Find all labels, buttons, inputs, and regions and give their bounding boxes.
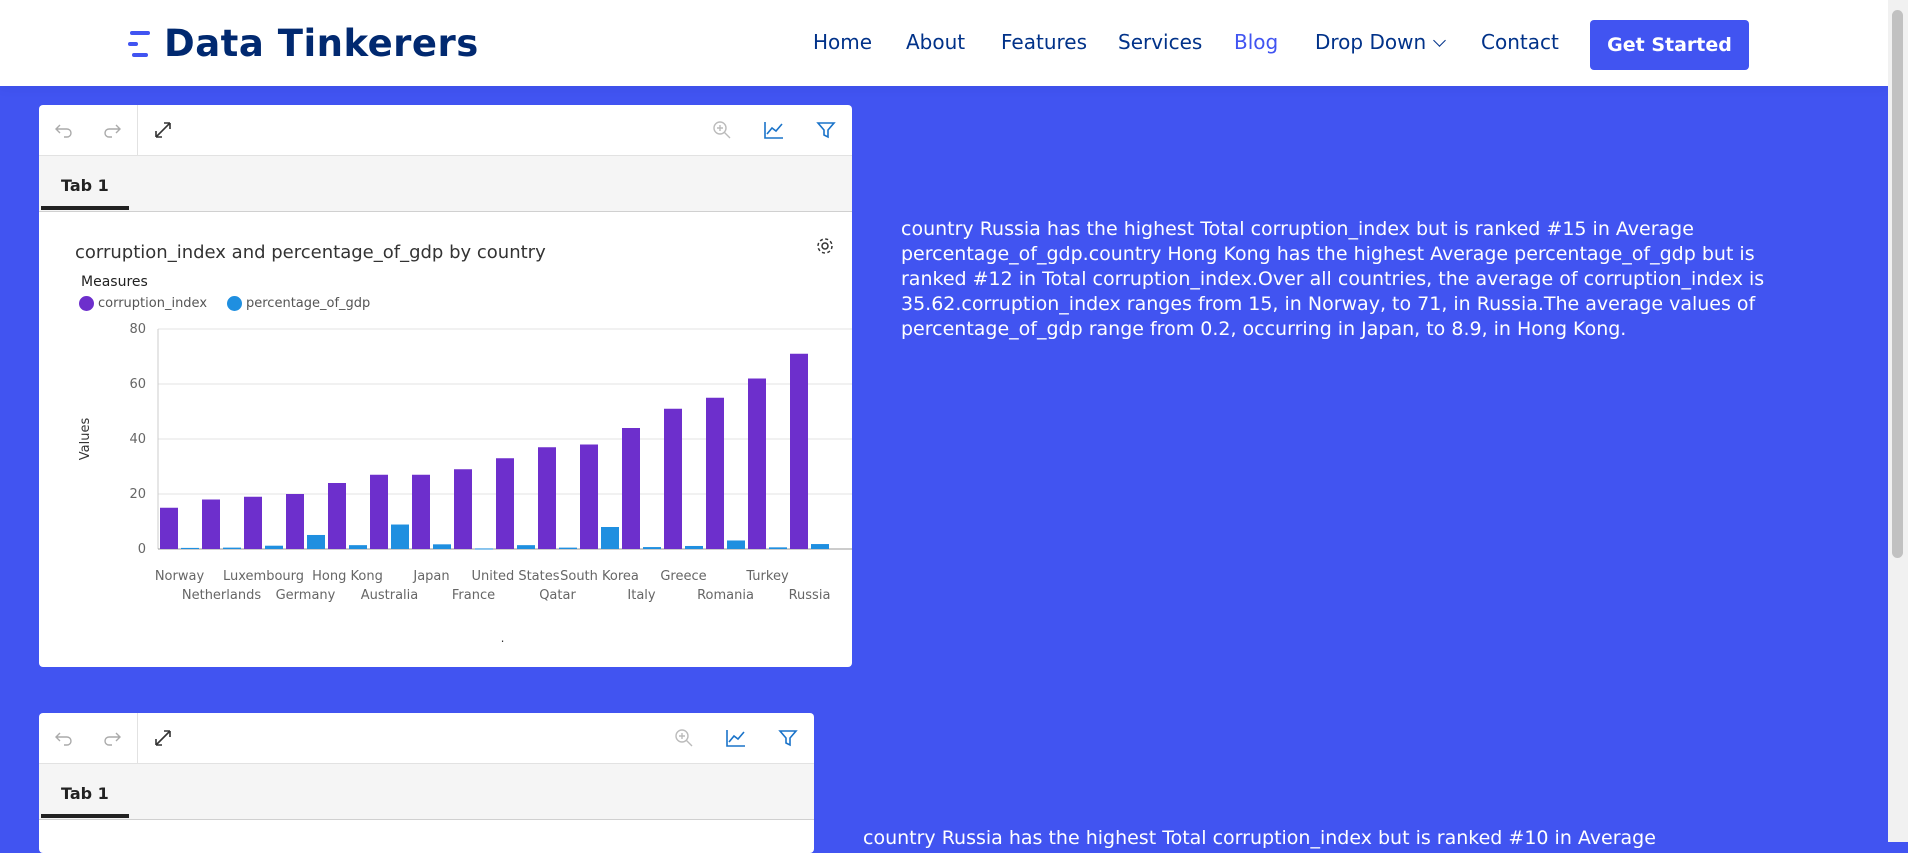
undo-icon[interactable] (51, 725, 77, 751)
filter-icon[interactable] (813, 117, 839, 143)
undo-icon[interactable] (51, 117, 77, 143)
x-tick-label: Hong Kong (312, 569, 383, 584)
x-tick-label: Japan (412, 569, 449, 584)
y-tick-label: 80 (129, 322, 146, 337)
x-tick-label: United States (471, 569, 559, 584)
panel-tabs: Tab 1 (39, 156, 852, 212)
bar-percentage-of-gdp (475, 548, 493, 550)
chevron-down-icon (1433, 34, 1447, 47)
bar-corruption-index (454, 469, 472, 549)
page-scrollbar[interactable] (1888, 0, 1908, 842)
bar-corruption-index (748, 378, 766, 549)
expand-icon[interactable] (150, 117, 176, 143)
y-tick-label: 20 (129, 487, 146, 502)
chart-type-icon[interactable] (761, 117, 787, 143)
bar-corruption-index (370, 474, 388, 549)
expand-icon[interactable] (150, 725, 176, 751)
bar-chart: 0 20 40 60 80 Norway Netherlands Luxembourg Germ… (78, 322, 852, 642)
nav-services[interactable]: Services (1118, 30, 1202, 54)
chart-type-icon[interactable] (723, 725, 749, 751)
bar-percentage-of-gdp (727, 540, 745, 549)
x-tick-label: Germany (276, 588, 336, 603)
bar-corruption-index (664, 408, 682, 549)
x-tick-label: Qatar (539, 588, 576, 603)
bar-percentage-of-gdp (643, 547, 661, 549)
bar-corruption-index (286, 494, 304, 549)
nav-about[interactable]: About (906, 30, 965, 54)
y-tick-label: 60 (129, 377, 146, 392)
x-tick-label: Turkey (745, 569, 789, 584)
nav-dropdown[interactable]: Drop Down (1315, 30, 1447, 54)
site-header: Data Tinkerers Home About Features Servi… (0, 0, 1888, 86)
bar-corruption-index (160, 507, 178, 549)
bar-corruption-index (706, 397, 724, 549)
bar-percentage-of-gdp (223, 547, 241, 549)
x-axis-label: country (469, 639, 519, 642)
panel-toolbar (39, 713, 814, 764)
bar-corruption-index (790, 353, 808, 549)
x-tick-label: Greece (660, 569, 706, 584)
bar-percentage-of-gdp (265, 545, 283, 549)
bar-percentage-of-gdp (559, 547, 577, 549)
y-tick-label: 0 (138, 542, 146, 557)
redo-icon[interactable] (99, 725, 125, 751)
bar-percentage-of-gdp (349, 545, 367, 549)
get-started-button[interactable]: Get Started (1590, 20, 1749, 70)
bar-corruption-index (412, 474, 430, 549)
bar-corruption-index (244, 496, 262, 549)
bar-corruption-index (622, 428, 640, 549)
nav-dropdown-label: Drop Down (1315, 30, 1427, 54)
bar-corruption-index (496, 458, 514, 549)
nav-features[interactable]: Features (1001, 30, 1087, 54)
x-tick-label: Italy (627, 588, 656, 603)
filter-icon[interactable] (775, 725, 801, 751)
bar-percentage-of-gdp (811, 544, 829, 549)
nav-contact[interactable]: Contact (1481, 30, 1559, 54)
y-axis-label: Values (78, 418, 93, 461)
nav-blog[interactable]: Blog (1234, 30, 1278, 54)
x-tick-label: Russia (789, 588, 831, 603)
bar-corruption-index (538, 447, 556, 549)
bar-percentage-of-gdp (517, 545, 535, 549)
insight-text-1: country Russia has the highest Total cor… (901, 218, 1765, 340)
x-tick-label: France (452, 588, 495, 603)
redo-icon[interactable] (99, 117, 125, 143)
x-tick-label: Romania (697, 588, 754, 603)
x-tick-label: Netherlands (182, 588, 261, 603)
bar-percentage-of-gdp (433, 544, 451, 549)
x-tick-label: Luxembourg (223, 569, 304, 584)
y-tick-label: 40 (129, 432, 146, 447)
chart-container: corruption_index and percentage_of_gdp b… (53, 222, 852, 642)
x-tick-label: South Korea (560, 569, 639, 584)
nav-home[interactable]: Home (813, 30, 872, 54)
chart-panel-2: Tab 1 (39, 713, 814, 853)
tab-1[interactable]: Tab 1 (41, 774, 129, 818)
tab-1[interactable]: Tab 1 (41, 166, 129, 210)
bar-percentage-of-gdp (769, 547, 787, 549)
zoom-icon[interactable] (671, 725, 697, 751)
panel-toolbar (39, 105, 852, 156)
insight-text-2: country Russia has the highest Total cor… (863, 827, 1656, 849)
zoom-icon[interactable] (709, 117, 735, 143)
bar-percentage-of-gdp (685, 545, 703, 549)
bar-corruption-index (580, 444, 598, 549)
bar-corruption-index (328, 483, 346, 549)
bar-percentage-of-gdp (391, 524, 409, 549)
bar-corruption-index (202, 499, 220, 549)
bar-percentage-of-gdp (181, 547, 199, 549)
panel-tabs: Tab 1 (39, 764, 814, 820)
x-tick-label: Norway (155, 569, 205, 584)
bar-percentage-of-gdp (601, 527, 619, 549)
x-tick-label: Australia (361, 588, 419, 603)
chart-panel-1: Tab 1 corruption_index and percentage_of… (39, 105, 852, 667)
bar-percentage-of-gdp (307, 534, 325, 549)
page-scrollbar-thumb[interactable] (1892, 10, 1903, 558)
